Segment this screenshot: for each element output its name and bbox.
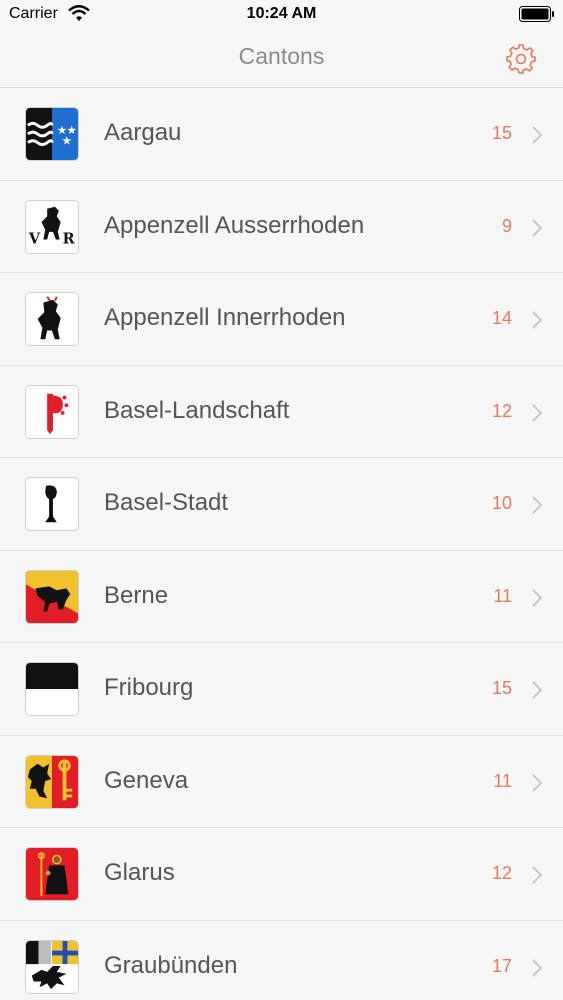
canton-count: 11 (493, 770, 512, 791)
canton-count: 15 (491, 678, 512, 698)
canton-count: 14 (491, 308, 512, 328)
canton-count: 15 (491, 123, 512, 143)
svg-text:R: R (63, 230, 76, 247)
basel-stadt-flag-icon (25, 477, 79, 531)
canton-name: Basel-Stadt (104, 489, 229, 516)
chevron-right-icon (532, 126, 543, 144)
list-item[interactable]: V R Appenzell Ausserrhoden 9 (0, 180, 563, 273)
graubuenden-flag-icon (25, 939, 79, 994)
canton-name: Appenzell Innerrhoden (104, 304, 346, 331)
navigation-bar: Cantons (0, 30, 563, 88)
canton-name: Aargau (104, 119, 182, 146)
svg-text:V: V (28, 230, 41, 247)
basel-landschaft-flag-icon (25, 384, 79, 439)
chevron-right-icon (532, 866, 543, 884)
berne-flag-icon (25, 569, 79, 624)
list-item[interactable]: Basel-Stadt 10 (0, 458, 563, 551)
canton-list: ★ ★ ★ Aargau 15 V R Appenzell Ausserrhod… (0, 88, 563, 1000)
chevron-right-icon (532, 403, 543, 422)
chevron-right-icon (532, 773, 543, 792)
svg-text:★: ★ (62, 134, 72, 148)
aargau-flag-icon: ★ ★ ★ (25, 107, 79, 161)
page-title: Cantons (238, 43, 325, 69)
appenzell-ausserrhoden-flag-icon: V R (25, 199, 79, 254)
status-bar: Carrier 10:24 AM (0, 0, 563, 30)
geneva-flag-icon (25, 754, 79, 809)
appenzell-innerrhoden-flag-icon (25, 292, 79, 346)
chevron-right-icon (532, 958, 543, 977)
list-item[interactable]: Graubünden 17 (0, 920, 563, 1000)
glarus-flag-icon (25, 847, 79, 901)
list-item[interactable]: Geneva 11 (0, 735, 563, 828)
canton-name: Geneva (104, 766, 189, 794)
chevron-right-icon (532, 496, 543, 514)
canton-count: 17 (491, 955, 512, 976)
canton-name: Appenzell Ausserrhoden (104, 211, 365, 239)
list-item[interactable]: Berne 11 (0, 550, 563, 643)
chevron-right-icon (532, 218, 543, 237)
canton-name: Berne (104, 581, 169, 609)
canton-name: Fribourg (104, 674, 194, 701)
fribourg-flag-icon (25, 662, 79, 716)
list-item[interactable]: Appenzell Innerrhoden 14 (0, 273, 563, 366)
canton-count: 12 (491, 863, 512, 883)
gear-icon[interactable] (505, 43, 537, 75)
list-item[interactable]: Basel-Landschaft 12 (0, 365, 563, 458)
chevron-right-icon (532, 311, 543, 329)
canton-name: Glarus (104, 859, 175, 886)
canton-name: Basel-Landschaft (104, 396, 290, 424)
canton-name: Graubünden (104, 951, 238, 979)
canton-count: 9 (501, 215, 512, 236)
canton-count: 11 (493, 585, 512, 606)
list-item[interactable]: ★ ★ ★ Aargau 15 (0, 88, 563, 181)
chevron-right-icon (532, 681, 543, 699)
canton-count: 12 (491, 400, 512, 421)
list-item[interactable]: Fribourg 15 (0, 643, 563, 736)
canton-count: 10 (491, 493, 512, 513)
list-item[interactable]: Glarus 12 (0, 828, 563, 921)
chevron-right-icon (532, 588, 543, 607)
battery-icon (519, 6, 554, 22)
status-time: 10:24 AM (246, 5, 317, 22)
